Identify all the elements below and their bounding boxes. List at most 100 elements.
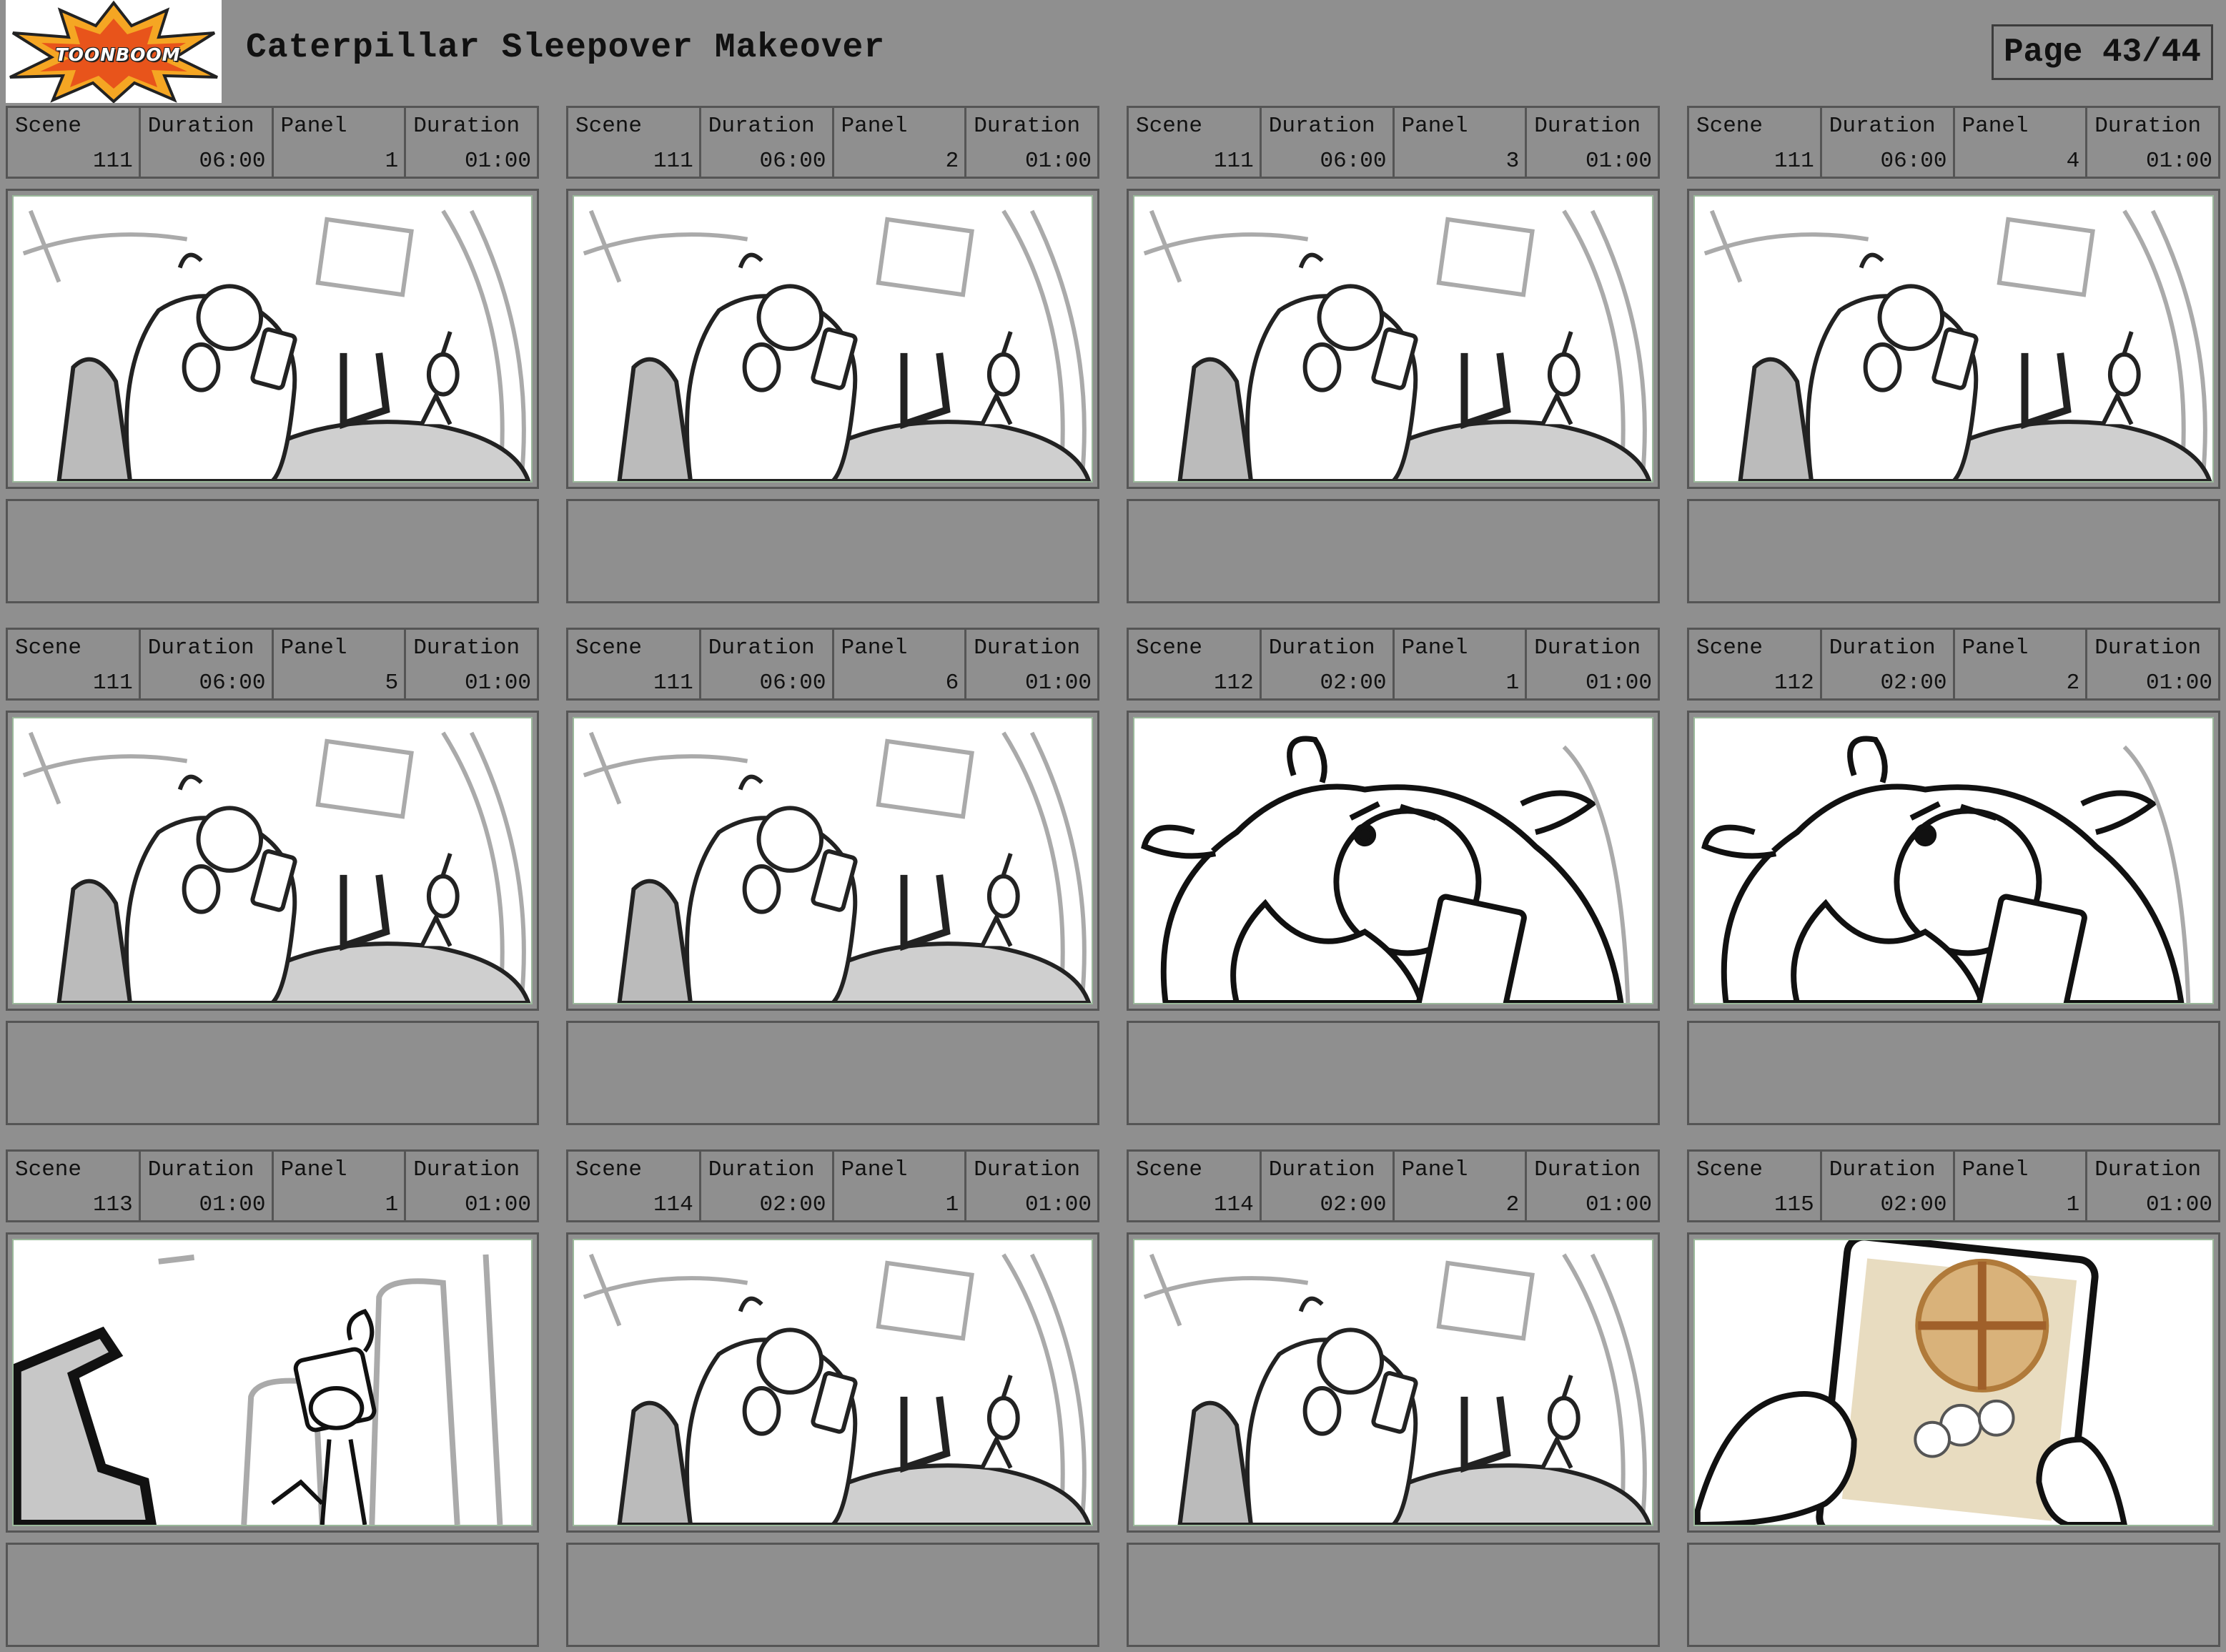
- panel-label: Panel: [841, 635, 908, 661]
- panel-notes-box[interactable]: [566, 499, 1099, 603]
- panel-image-frame[interactable]: [566, 1232, 1099, 1533]
- panel-notes-box[interactable]: [1127, 1543, 1660, 1647]
- panel-header: Scene 111 Duration 06:00 Panel 5 Duratio…: [6, 628, 539, 701]
- scene-duration-cell: Duration 06:00: [701, 630, 834, 698]
- duration-label: Duration: [2094, 114, 2202, 139]
- scene-duration-cell: Duration 06:00: [141, 108, 274, 177]
- scene-duration-value: 06:00: [199, 149, 266, 174]
- panel-cell: Panel 6: [834, 630, 967, 698]
- panel-notes-box[interactable]: [566, 1543, 1099, 1647]
- panel-duration-cell: Duration 01:00: [1527, 108, 1658, 177]
- duration-label: Duration: [2094, 1157, 2202, 1182]
- duration-label: Duration: [1268, 1157, 1375, 1182]
- panel-image-frame[interactable]: [6, 711, 539, 1011]
- panel-value: 1: [945, 1192, 959, 1217]
- panel-cell: Panel 5: [274, 630, 407, 698]
- scene-label: Scene: [575, 114, 643, 139]
- panel-label: Panel: [1962, 1157, 2029, 1182]
- panel-value: 2: [2066, 671, 2080, 696]
- panel-duration-value: 01:00: [464, 149, 531, 174]
- panel-notes-box[interactable]: [6, 1543, 539, 1647]
- scene-value: 111: [653, 671, 693, 696]
- storyboard-panel: Scene 112 Duration 02:00 Panel 1 Duratio…: [1127, 628, 1660, 1125]
- panel-image-frame[interactable]: [6, 1232, 539, 1533]
- panel-image-frame[interactable]: [1687, 711, 2220, 1011]
- scene-value: 111: [92, 671, 133, 696]
- duration-label: Duration: [147, 635, 254, 661]
- storyboard-panel: Scene 114 Duration 02:00 Panel 2 Duratio…: [1127, 1149, 1660, 1647]
- scene-duration-cell: Duration 06:00: [1262, 108, 1395, 177]
- sketch-wide-shot: [583, 209, 1092, 481]
- panel-duration-value: 01:00: [1585, 1192, 1652, 1217]
- scene-duration-cell: Duration 06:00: [701, 108, 834, 177]
- duration-label: Duration: [708, 1157, 815, 1182]
- storyboard-panel: Scene 111 Duration 06:00 Panel 1 Duratio…: [6, 106, 539, 603]
- panel-image-frame[interactable]: [1687, 189, 2220, 489]
- panel-notes-box[interactable]: [1687, 499, 2220, 603]
- scene-label: Scene: [15, 1157, 82, 1182]
- scene-duration-cell: Duration 02:00: [1262, 630, 1395, 698]
- scene-duration-cell: Duration 02:00: [1822, 1152, 1955, 1220]
- panel-label: Panel: [280, 1157, 347, 1182]
- duration-label: Duration: [147, 1157, 254, 1182]
- scene-duration-cell: Duration 01:00: [141, 1152, 274, 1220]
- scene-duration-value: 06:00: [759, 671, 826, 696]
- panel-duration-cell: Duration 01:00: [1527, 1152, 1658, 1220]
- panel-sketch: [1693, 717, 2214, 1004]
- scene-cell: Scene 112: [1689, 630, 1822, 698]
- panel-sketch: [573, 1239, 1093, 1526]
- panel-value: 1: [385, 1192, 399, 1217]
- scene-value: 112: [1213, 671, 1254, 696]
- storyboard-panel: Scene 111 Duration 06:00 Panel 6 Duratio…: [566, 628, 1099, 1125]
- panel-duration-value: 01:00: [1585, 149, 1652, 174]
- panel-image-frame[interactable]: [1127, 1232, 1660, 1533]
- panel-cell: Panel 4: [1955, 108, 2088, 177]
- panel-cell: Panel 1: [834, 1152, 967, 1220]
- storyboard-panel: Scene 111 Duration 06:00 Panel 4 Duratio…: [1687, 106, 2220, 603]
- duration-label: Duration: [708, 635, 815, 661]
- sketch-wide-shot: [22, 731, 531, 1003]
- scene-duration-cell: Duration 02:00: [1262, 1152, 1395, 1220]
- scene-value: 115: [1774, 1192, 1814, 1217]
- scene-cell: Scene 111: [568, 108, 701, 177]
- panel-image-frame[interactable]: [6, 189, 539, 489]
- panel-notes-box[interactable]: [6, 499, 539, 603]
- scene-cell: Scene 115: [1689, 1152, 1822, 1220]
- panel-cell: Panel 1: [274, 1152, 407, 1220]
- panel-duration-value: 01:00: [1024, 149, 1092, 174]
- scene-label: Scene: [1136, 114, 1203, 139]
- panel-notes-box[interactable]: [6, 1021, 539, 1125]
- panel-image-frame[interactable]: [1127, 711, 1660, 1011]
- panel-cell: Panel 1: [274, 108, 407, 177]
- scene-duration-value: 01:00: [199, 1192, 266, 1217]
- panel-value: 4: [2066, 149, 2080, 174]
- scene-duration-value: 06:00: [1880, 149, 1947, 174]
- panel-label: Panel: [1401, 114, 1468, 139]
- panel-label: Panel: [1962, 635, 2029, 661]
- scene-cell: Scene 111: [8, 108, 141, 177]
- scene-value: 111: [653, 149, 693, 174]
- panel-image-frame[interactable]: [566, 189, 1099, 489]
- panel-value: 5: [385, 671, 399, 696]
- panel-header: Scene 111 Duration 06:00 Panel 2 Duratio…: [566, 106, 1099, 179]
- panel-sketch: [573, 195, 1093, 483]
- panel-image-frame[interactable]: [1127, 189, 1660, 489]
- panel-header: Scene 111 Duration 06:00 Panel 6 Duratio…: [566, 628, 1099, 701]
- panel-image-frame[interactable]: [1687, 1232, 2220, 1533]
- panel-notes-box[interactable]: [566, 1021, 1099, 1125]
- duration-label: Duration: [1829, 635, 1936, 661]
- panel-sketch: [573, 717, 1093, 1004]
- duration-label: Duration: [413, 1157, 520, 1182]
- logo-text: TOONBOOM: [55, 44, 181, 65]
- scene-duration-cell: Duration 06:00: [1822, 108, 1955, 177]
- scene-label: Scene: [1696, 635, 1764, 661]
- panel-duration-cell: Duration 01:00: [406, 108, 537, 177]
- panel-notes-box[interactable]: [1687, 1021, 2220, 1125]
- panel-notes-box[interactable]: [1687, 1543, 2220, 1647]
- scene-cell: Scene 113: [8, 1152, 141, 1220]
- panel-notes-box[interactable]: [1127, 499, 1660, 603]
- panel-notes-box[interactable]: [1127, 1021, 1660, 1125]
- panel-image-frame[interactable]: [566, 711, 1099, 1011]
- panel-duration-value: 01:00: [2145, 1192, 2212, 1217]
- sketch-closeup-shot: [1701, 736, 2191, 1003]
